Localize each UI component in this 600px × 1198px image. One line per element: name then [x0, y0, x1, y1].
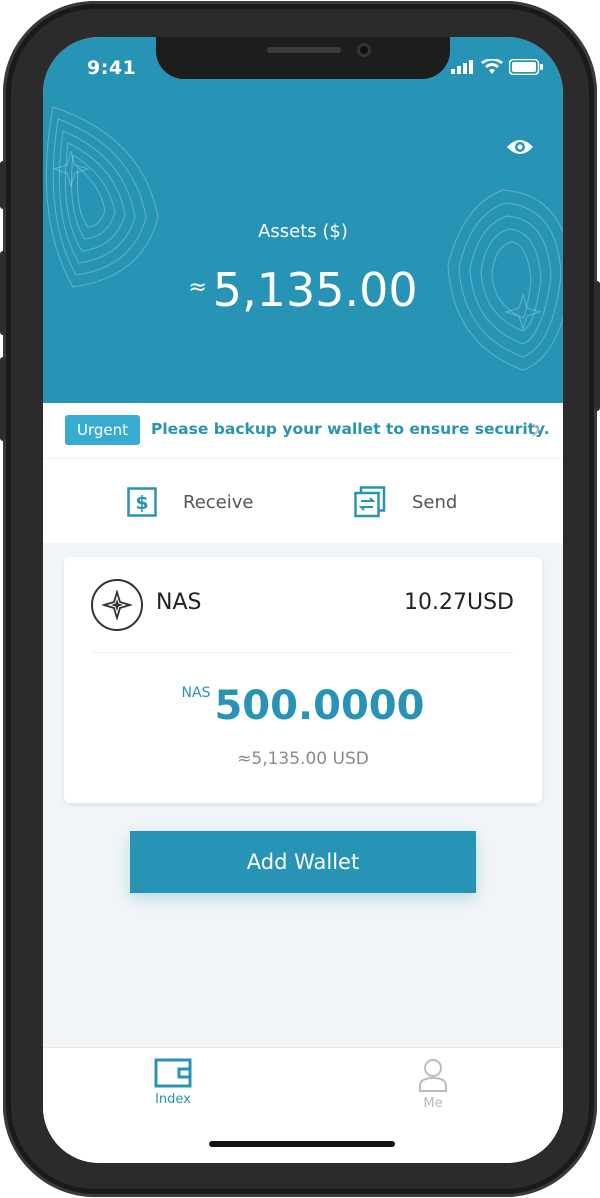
- notice-message: Please backup your wallet to ensure secu…: [151, 420, 550, 438]
- token-name: NAS: [156, 590, 202, 615]
- divider: [92, 652, 514, 653]
- balance-unit: NAS: [181, 685, 211, 701]
- person-icon: [419, 1059, 447, 1092]
- assets-amount: ≈5,135.00: [43, 263, 563, 317]
- notch: [156, 37, 450, 79]
- chevron-right-icon: [532, 423, 541, 437]
- assets-label: Assets ($): [258, 221, 348, 242]
- speaker: [267, 47, 341, 53]
- receive-button[interactable]: $ Receive: [127, 485, 253, 519]
- signal-icon: [451, 60, 473, 74]
- svg-text:$: $: [135, 492, 148, 514]
- camera: [357, 43, 371, 57]
- wifi-icon: [481, 59, 503, 74]
- send-label: Send: [412, 491, 458, 513]
- balance-usd: ≈5,135.00 USD: [237, 749, 369, 769]
- side-button: [0, 251, 6, 335]
- receive-label: Receive: [183, 491, 254, 513]
- wallet-card[interactable]: NAS 10.27USD NAS 500.0000 ≈5,135.00 USD: [64, 557, 542, 803]
- urgent-badge: Urgent: [65, 415, 140, 445]
- side-button: [0, 161, 6, 209]
- token-price: 10.27USD: [404, 590, 514, 615]
- tab-me-label: Me: [423, 1096, 443, 1111]
- transfer-icon: [354, 486, 386, 518]
- send-button[interactable]: Send: [354, 485, 457, 519]
- dollar-icon: $: [127, 487, 157, 517]
- assets-value: 5,135.00: [212, 263, 418, 317]
- balance-value: 500.0000: [214, 683, 425, 729]
- tab-index-label: Index: [155, 1092, 191, 1107]
- token-logo: [91, 579, 143, 631]
- eye-icon[interactable]: [505, 135, 535, 159]
- side-button: [0, 357, 6, 441]
- nas-star-icon: [102, 590, 132, 620]
- screen: 9:41 Assets ($) ≈ 5,135.00 Urgent Please…: [43, 37, 563, 1163]
- side-button: [594, 281, 600, 411]
- status-icons: [451, 59, 543, 75]
- add-wallet-button[interactable]: Add Wallet: [130, 831, 476, 893]
- token-balance: NAS 500.0000: [64, 683, 542, 729]
- status-time: 9:41: [87, 57, 137, 79]
- battery-icon: [509, 59, 543, 75]
- tab-me[interactable]: Me: [393, 1058, 473, 1111]
- assets-header: 9:41 Assets ($) ≈ 5,135.00: [43, 37, 563, 403]
- action-bar: $ Receive Send: [43, 459, 563, 543]
- backup-notice[interactable]: Urgent Please backup your wallet to ensu…: [43, 403, 563, 459]
- tab-index[interactable]: Index: [133, 1058, 213, 1107]
- wallet-icon: [154, 1058, 192, 1088]
- home-indicator: [209, 1141, 395, 1147]
- phone-frame: 9:41 Assets ($) ≈ 5,135.00 Urgent Please…: [0, 1, 600, 1197]
- approx-symbol: ≈: [188, 275, 207, 300]
